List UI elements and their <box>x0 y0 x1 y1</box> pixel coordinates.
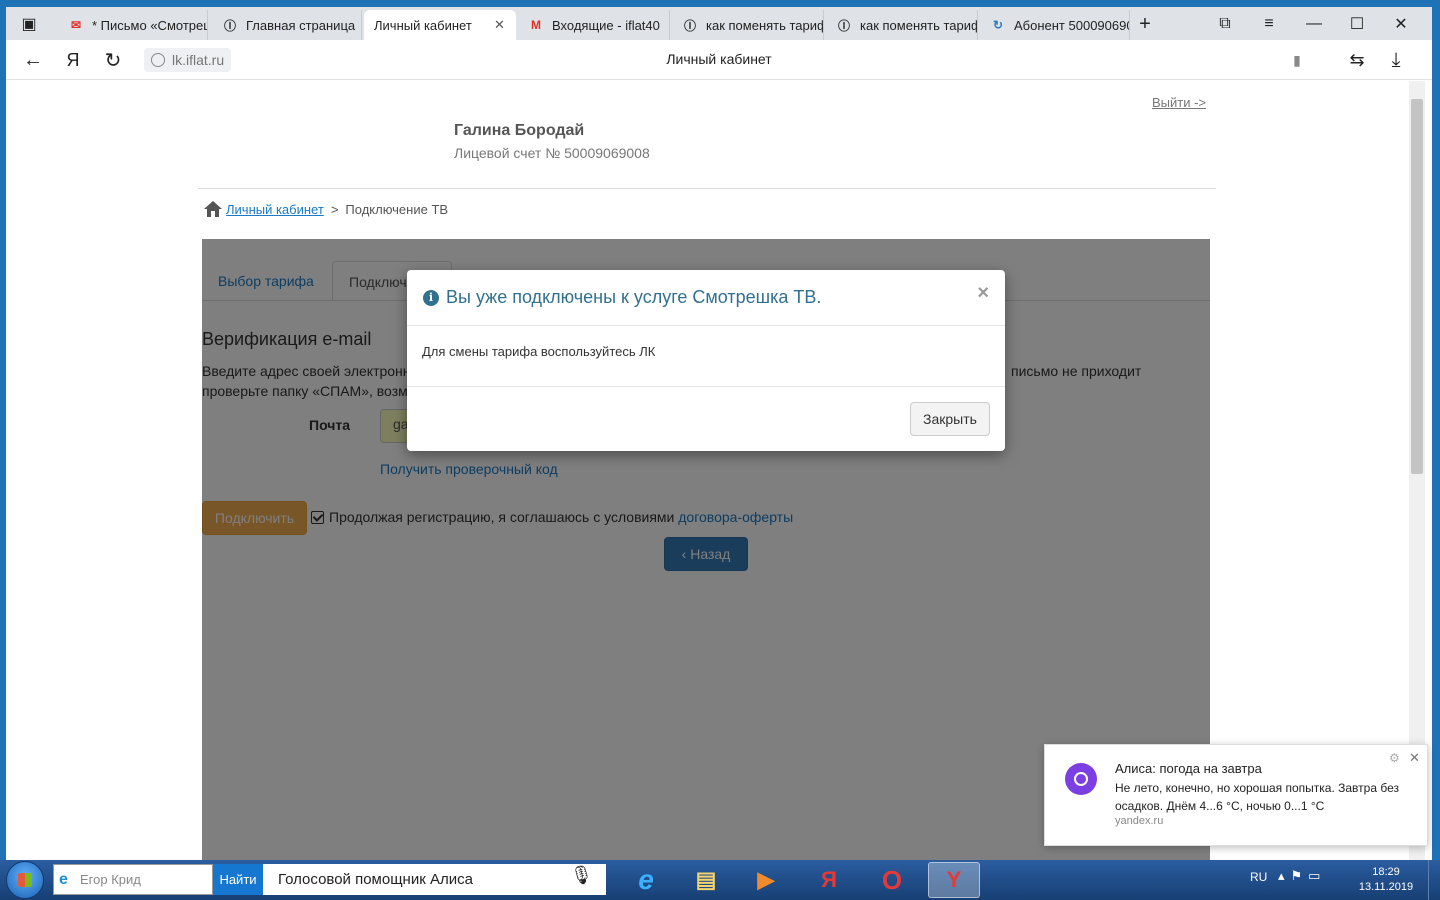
user-name: Галина Бородай <box>454 122 585 139</box>
menu-icon[interactable]: ≡ <box>1256 11 1282 37</box>
browser-tab[interactable]: M Входящие - iflat40 <box>518 10 670 40</box>
modal-header: i Вы уже подключены к услуге Смотрешка Т… <box>407 270 1005 326</box>
breadcrumb-separator: > <box>330 201 339 217</box>
yandex-app-icon[interactable]: Я <box>803 862 855 898</box>
ie-icon: e <box>59 871 68 888</box>
breadcrumb: Личный кабинет > Подключение ТВ <box>203 199 448 219</box>
iflat-icon: Ⓘ <box>837 18 850 33</box>
browser-tab-title: Абонент 500090690 <box>1014 17 1129 33</box>
notification-source: yandex.ru <box>1115 815 1164 827</box>
browser-tab-title: Главная страница <box>246 17 356 33</box>
browser-tab-title: * Письмо «Смотрешка <box>92 17 207 33</box>
browser-tab[interactable]: Ⓘкак поменять тариф <box>826 10 978 40</box>
show-desktop-button[interactable] <box>1428 860 1440 900</box>
language-indicator[interactable]: RU <box>1250 870 1267 884</box>
home-icon <box>204 201 222 217</box>
explorer-icon[interactable]: ▤ <box>680 862 732 898</box>
bookmarks-panel-icon[interactable]: ⧉ <box>1212 11 1238 37</box>
logout-link[interactable]: Выйти -> <box>1152 95 1206 110</box>
globe-icon <box>151 53 165 67</box>
iflat-icon: Ⓘ <box>223 18 236 33</box>
clock[interactable]: 18:29 13.11.2019 <box>1350 865 1422 895</box>
mail-badge-icon: ✉ <box>70 18 82 32</box>
address-bar: ← Я ↻ Личный кабинет lk.iflat.ru ▮ ⇆ ⤓ <box>6 40 1432 80</box>
browser-tab[interactable]: ✉ * Письмо «Смотрешка <box>58 10 208 40</box>
ie-taskbar-icon[interactable]: e <box>620 862 672 898</box>
breadcrumb-current: Подключение ТВ <box>345 201 449 217</box>
search-input[interactable]: e Егор Крид <box>53 864 213 895</box>
media-player-icon[interactable]: ▶ <box>740 862 792 898</box>
mic-muted-icon[interactable]: 🎙 <box>570 865 593 886</box>
modal-dialog: i Вы уже подключены к услуге Смотрешка Т… <box>407 270 1005 451</box>
notification-title: Алиса: погода на завтра <box>1115 761 1262 776</box>
close-tab-icon[interactable]: ✕ <box>494 17 510 33</box>
assistant-field[interactable]: Голосовой помощник Алиса <box>263 864 606 895</box>
close-icon[interactable]: ✕ <box>1409 750 1420 766</box>
new-tab-button[interactable]: + <box>1132 11 1158 37</box>
browser-tab[interactable]: ↻ Абонент 500090690 <box>980 10 1130 40</box>
iflat-icon: Ⓘ <box>683 18 696 33</box>
gmail-icon: M <box>531 18 541 32</box>
modal-title: Вы уже подключены к услуге Смотрешка ТВ. <box>446 287 822 307</box>
scrollbar-thumb[interactable] <box>1411 99 1423 474</box>
browser-tab[interactable]: Ⓘ Главная страница <box>212 10 362 40</box>
alice-notification[interactable]: Алиса: погода на завтра Не лето, конечно… <box>1044 744 1428 846</box>
alice-icon <box>1065 763 1097 795</box>
smotreshka-icon: ↻ <box>992 18 1004 32</box>
opera-icon[interactable]: O <box>866 862 918 898</box>
clock-time: 18:29 <box>1372 866 1400 878</box>
browser-tab[interactable]: Личный кабинет ✕ <box>364 10 516 40</box>
notification-text: Не лето, конечно, но хорошая попытка. За… <box>1115 781 1399 813</box>
url-field[interactable]: lk.iflat.ru <box>144 48 232 72</box>
clock-date: 13.11.2019 <box>1358 881 1414 893</box>
taskbar: e Егор Крид Найти Голосовой помощник Алис… <box>0 860 1440 900</box>
modal-close-icon[interactable]: × <box>977 282 989 305</box>
translate-icon[interactable]: ⇆ <box>1344 47 1370 73</box>
download-icon[interactable]: ⤓ <box>1383 47 1409 73</box>
modal-close-button[interactable]: Закрыть <box>910 402 990 436</box>
gear-icon[interactable]: ⚙ <box>1389 751 1400 765</box>
browser-window: ▣ ✉ * Письмо «Смотрешка Ⓘ Главная страница Л… <box>6 7 1432 860</box>
bookmark-icon[interactable]: ▮ <box>1284 47 1310 73</box>
find-button[interactable]: Найти <box>213 864 263 895</box>
tabs-menu-icon[interactable]: ▣ <box>16 11 42 37</box>
divider <box>198 188 1216 189</box>
browser-tab[interactable]: Ⓘкак поменять тариф <box>672 10 824 40</box>
browser-tab-title: как поменять тариф <box>706 17 823 33</box>
breadcrumb-home-link[interactable]: Личный кабинет <box>226 202 324 217</box>
yandex-browser-icon[interactable]: Y <box>928 862 980 898</box>
modal-body: Для смены тарифа воспользуйтесь ЛК <box>407 326 1005 387</box>
tray-icons[interactable]: ▴⚑▭ <box>1278 868 1326 884</box>
browser-tab-title: Личный кабинет <box>374 17 472 33</box>
start-button[interactable] <box>6 861 44 899</box>
minimize-icon[interactable]: — <box>1301 11 1327 37</box>
close-window-icon[interactable]: ✕ <box>1388 11 1414 37</box>
maximize-icon[interactable]: ☐ <box>1344 11 1370 37</box>
info-icon: i <box>423 289 439 306</box>
search-placeholder: Егор Крид <box>80 872 141 887</box>
tab-strip: ▣ ✉ * Письмо «Смотрешка Ⓘ Главная страница Л… <box>6 7 1432 40</box>
url-text: lk.iflat.ru <box>172 52 225 68</box>
account-number: Лицевой счет № 50009069008 <box>454 145 650 161</box>
browser-tab-title: Входящие - iflat40 <box>552 17 660 33</box>
browser-tab-title: как поменять тариф <box>860 17 977 33</box>
